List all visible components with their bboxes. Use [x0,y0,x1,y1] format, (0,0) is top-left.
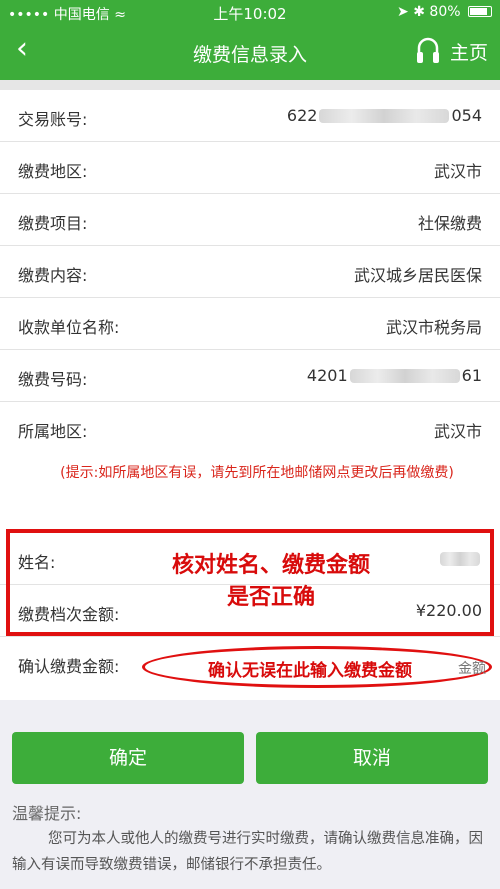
field-value: 4201 61 [306,366,482,385]
battery-percent: 80% [429,4,461,20]
status-bar: ••••• 中国电信 ≈ 上午10:02 ➤ ✱ 80% [0,0,500,24]
field-label: 确认缴费金额: [18,657,120,676]
region-tip: (提示:如所属地区有误，请先到所在地邮储网点更改后再做缴费) [60,465,454,481]
header-divider [0,80,500,90]
masked-text [319,109,450,123]
field-row-account: 交易账号: 622 054 [0,90,500,142]
annotation-text: 核对姓名、缴费金额 是否正确 [171,553,370,610]
field-value: 社保缴费 [417,214,482,233]
field-row-item: 缴费项目: 社保缴费 [0,194,500,246]
field-row-payee: 收款单位名称: 武汉市税务局 [0,298,500,350]
field-label: 收款单位名称: [18,318,120,337]
location-icon: ➤ [397,4,409,20]
bluetooth-icon: ✱ [413,4,425,20]
field-row-region: 缴费地区: 武汉市 [0,142,500,194]
field-value: 武汉市 [433,422,482,441]
nav-bar: ‹ 缴费信息录入 主页 [0,24,500,80]
headset-icon [416,37,439,63]
field-label: 交易账号: [18,110,88,129]
field-label: 缴费地区: [18,162,88,181]
notice-body: 您可为本人或他人的缴费号进行实时缴费，请确认缴费信息准确，因输入有误而导致缴费错… [12,831,483,873]
field-label: 缴费内容: [18,266,88,285]
app-header: ••••• 中国电信 ≈ 上午10:02 ➤ ✱ 80% ‹ 缴费信息录入 主页 [0,0,500,80]
home-label: 主页 [449,41,488,64]
battery-icon [468,6,492,17]
field-label: 缴费号码: [18,370,88,389]
annotation-hint: 确认无误在此输入缴费金额 [208,661,412,681]
notice-title: 温馨提示: [12,804,82,823]
status-right: ➤ ✱ 80% [397,4,492,20]
masked-text [349,369,460,383]
field-label: 所属地区: [18,422,88,441]
field-value: 武汉市税务局 [385,318,482,337]
field-row-area: 所属地区: 武汉市 [0,402,500,454]
field-value: 武汉城乡居民医保 [353,266,482,285]
amount-input[interactable] [416,657,486,681]
field-row-content: 缴费内容: 武汉城乡居民医保 [0,246,500,298]
field-row-payment-number: 缴费号码: 4201 61 [0,350,500,402]
field-label: 缴费项目: [18,214,88,233]
home-button[interactable]: 主页 [416,34,488,68]
field-value: 622 054 [286,106,482,125]
field-value: 武汉市 [433,162,482,181]
confirm-button[interactable]: 确定 [12,732,244,784]
cancel-button[interactable]: 取消 [256,732,488,784]
